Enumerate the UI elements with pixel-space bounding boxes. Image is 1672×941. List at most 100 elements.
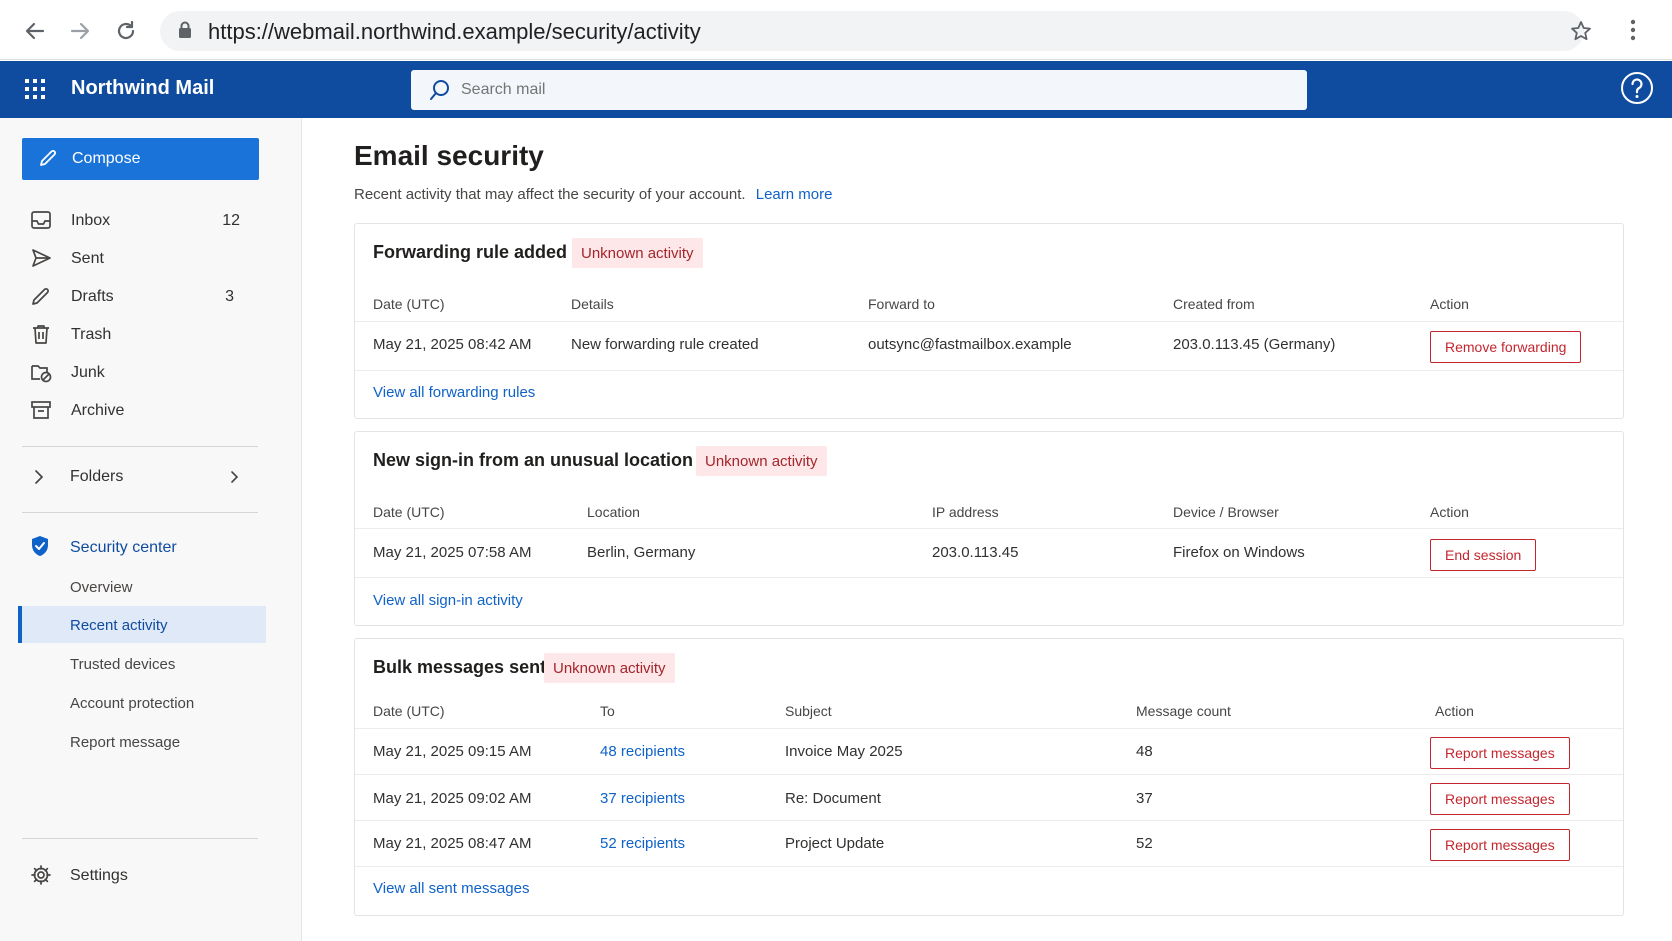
folder-label: Inbox [71, 212, 111, 229]
gear-icon [31, 865, 51, 885]
arrow-right-icon [70, 22, 90, 40]
security-item-label: Recent activity [70, 617, 168, 634]
folder-label: Drafts [71, 288, 114, 305]
security-item-label: Trusted devices [70, 656, 176, 673]
learn-more-link[interactable]: Learn more [756, 186, 833, 203]
security-item-report-message[interactable]: Report message [18, 723, 266, 760]
status-badge: Unknown activity [572, 238, 703, 268]
cell-subject: Project Update [785, 835, 885, 852]
recipients-link[interactable]: 37 recipients [600, 790, 685, 807]
cell-ip-address: 203.0.113.45 [932, 544, 1019, 561]
chevron-right-icon [35, 470, 44, 484]
back-button[interactable] [19, 15, 51, 47]
search-icon [430, 80, 449, 100]
folder-drafts[interactable]: Drafts 3 [22, 279, 262, 313]
folder-label: Trash [71, 326, 112, 343]
status-badge: Unknown activity [696, 446, 827, 476]
row-divider [355, 577, 1623, 578]
column-header: IP address [932, 504, 999, 520]
report-messages-button[interactable]: Report messages [1430, 737, 1570, 769]
security-item-label: Overview [70, 579, 133, 596]
security-item-overview[interactable]: Overview [18, 568, 266, 605]
compose-button[interactable]: Compose [22, 138, 259, 180]
folder-inbox[interactable]: Inbox 12 [22, 203, 262, 237]
cell-date: May 21, 2025 08:42 AM [373, 336, 532, 353]
row-divider [355, 774, 1623, 775]
page-subtitle: Recent activity that may affect the secu… [354, 186, 832, 203]
report-messages-button[interactable]: Report messages [1430, 783, 1570, 815]
sidebar-divider [22, 446, 258, 447]
column-header: To [600, 703, 615, 719]
bulk-messages-card: Bulk messages sent Unknown activity Date… [354, 638, 1624, 916]
folders-toggle[interactable]: Folders [22, 459, 262, 493]
app-launcher-button[interactable] [24, 78, 46, 100]
help-button[interactable] [1620, 71, 1654, 105]
view-all-sent-messages-link[interactable]: View all sent messages [373, 880, 529, 897]
column-header: Details [571, 296, 614, 312]
column-header: Date (UTC) [373, 504, 445, 520]
reload-button[interactable] [110, 15, 142, 47]
folder-label: Sent [71, 250, 104, 267]
settings-label: Settings [70, 867, 128, 884]
row-divider [355, 321, 1623, 322]
security-item-recent-activity[interactable]: Recent activity [18, 606, 266, 643]
help-icon [1621, 72, 1653, 104]
column-header: Forward to [868, 296, 935, 312]
cell-date: May 21, 2025 08:47 AM [373, 835, 532, 852]
forward-button[interactable] [64, 15, 96, 47]
security-item-trusted-devices[interactable]: Trusted devices [18, 645, 266, 682]
cell-message-count: 37 [1136, 790, 1153, 807]
browser-menu-button[interactable] [1629, 18, 1637, 42]
folder-label: Junk [71, 364, 105, 381]
folder-archive[interactable]: Archive [22, 393, 262, 427]
folder-sent[interactable]: Sent [22, 241, 262, 275]
cell-subject: Invoice May 2025 [785, 743, 903, 760]
arrow-left-icon [25, 22, 45, 40]
card-title: Forwarding rule added [373, 242, 568, 262]
cell-forward-to: outsync@fastmailbox.example [868, 336, 1072, 353]
security-center-label: Security center [70, 539, 177, 556]
bookmark-star-icon[interactable] [1570, 20, 1592, 42]
archive-icon [31, 401, 51, 419]
pencil-icon [32, 288, 49, 305]
sidebar-divider [22, 838, 258, 839]
security-item-account-protection[interactable]: Account protection [18, 684, 266, 721]
column-header: Created from [1173, 296, 1255, 312]
cell-date: May 21, 2025 09:02 AM [373, 790, 532, 807]
compose-label: Compose [72, 150, 141, 167]
end-session-button[interactable]: End session [1430, 539, 1537, 571]
search-box[interactable] [411, 70, 1307, 110]
report-messages-button[interactable]: Report messages [1430, 829, 1570, 861]
settings-link[interactable]: Settings [22, 858, 262, 892]
search-input[interactable] [461, 70, 1281, 110]
recipients-link[interactable]: 52 recipients [600, 835, 685, 852]
security-item-label: Report message [70, 734, 181, 751]
send-icon [32, 249, 51, 267]
folder-trash[interactable]: Trash [22, 317, 262, 351]
page-title: Email security [354, 140, 544, 171]
folder-junk[interactable]: Junk [22, 355, 262, 389]
column-header: Device / Browser [1173, 504, 1279, 520]
chevron-right-icon [231, 471, 239, 483]
address-bar[interactable]: https://webmail.northwind.example/securi… [160, 11, 1591, 51]
cell-message-count: 48 [1136, 743, 1153, 760]
view-all-forwarding-rules-link[interactable]: View all forwarding rules [373, 384, 535, 401]
remove-forwarding-button[interactable]: Remove forwarding [1430, 331, 1582, 363]
security-center-link[interactable]: Security center [22, 529, 262, 563]
forwarding-rule-card: Forwarding rule added Unknown activity D… [354, 223, 1624, 419]
unusual-sign-in-card: New sign-in from an unusual location Unk… [354, 431, 1624, 626]
column-header: Date (UTC) [373, 703, 445, 719]
waffle-icon [25, 79, 45, 99]
sidebar-divider [22, 512, 258, 513]
reload-icon [117, 20, 135, 40]
view-all-sign-in-activity-link[interactable]: View all sign-in activity [373, 592, 523, 609]
draft-count: 3 [225, 288, 234, 305]
unread-count: 12 [222, 212, 240, 229]
recipients-link[interactable]: 48 recipients [600, 743, 685, 760]
cell-created-from: 203.0.113.45 (Germany) [1173, 336, 1336, 353]
cell-subject: Re: Document [785, 790, 881, 807]
cell-details: New forwarding rule created [571, 336, 759, 353]
app-title: Northwind Mail [71, 77, 215, 99]
lock-icon [179, 21, 191, 38]
sidebar: Compose Inbox 12 Sent Drafts 3 Trash Jun… [0, 118, 302, 941]
